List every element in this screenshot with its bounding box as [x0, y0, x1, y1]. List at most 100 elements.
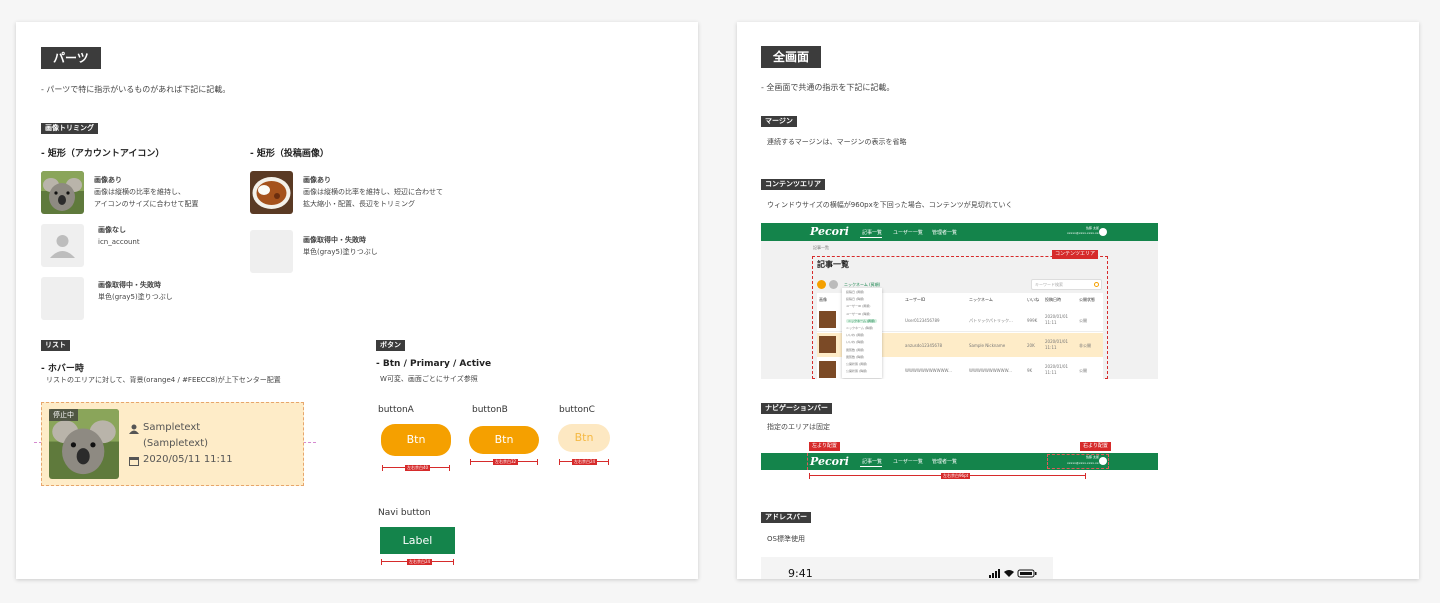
buttonA-name: buttonA	[378, 405, 414, 415]
margin-desc: 連続するマージンは、マージンの表示を省略	[767, 138, 907, 146]
col-likes: いいね	[1027, 297, 1039, 302]
list-heading: - ホバー時	[41, 364, 84, 374]
navbar-nav-articles[interactable]: 記事一覧	[862, 458, 882, 465]
mock-sort-icon[interactable]	[829, 280, 838, 289]
koala-image	[41, 171, 84, 214]
navbar-nav-underline	[860, 466, 882, 467]
sort-option[interactable]: ニックネーム (降順)	[846, 326, 873, 330]
mock-filter-icon[interactable]	[817, 280, 826, 289]
sort-option[interactable]: 投稿日 (降順)	[846, 297, 864, 301]
buttonB-measure-label: 左右余白32	[493, 459, 519, 465]
buttonC-name: buttonC	[559, 405, 595, 415]
board-intro: - パーツで特に指示がいるものがあれば下記に記載。	[41, 85, 231, 94]
status-icons	[989, 569, 1037, 578]
content-area-desc: ウィンドウサイズの横幅が960pxを下回った場合、コンテンツが見切れていく	[767, 201, 1013, 209]
col-user-id: ユーザーID	[905, 297, 926, 302]
mock-nav-admins[interactable]: 管理者一覧	[932, 229, 957, 236]
trim-col2-heading: - 矩形（投稿画像）	[250, 149, 329, 159]
trim1-title: 画像あり	[94, 176, 122, 184]
trim5-title: 画像取得中・失敗時	[303, 236, 366, 244]
row-nickname: パトリックパトリック...	[969, 318, 1013, 323]
row-status: 公開	[1079, 318, 1087, 323]
content-area-mock: Pecori 記事一覧 ユーザー一覧 管理者一覧 佐藤 太郎 xxxxx@xxx…	[761, 223, 1158, 379]
calendar-icon	[129, 457, 139, 466]
post-loading-placeholder	[250, 230, 293, 273]
row-nickname: Sample Nickname	[969, 343, 1006, 348]
navbar-nav-admins[interactable]: 管理者一覧	[932, 458, 957, 465]
hover-list-card[interactable]: 停止中 Sampletext (Sampletext) 2020/05/11 1…	[41, 402, 304, 486]
navbar-desc: 指定のエリアは固定	[767, 423, 830, 431]
trim3-line1: 単色(gray5)塗りつぶし	[98, 293, 173, 301]
row-user-id: anzusdo12345678	[905, 343, 943, 348]
sort-option[interactable]: 公開状態 (降順)	[846, 369, 867, 373]
list-card-name: Sampletext	[143, 422, 201, 433]
board-intro: - 全画面で共通の指示を下記に記載。	[761, 83, 895, 92]
sort-option[interactable]: いいね (降順)	[846, 340, 864, 344]
col-date: 投稿日時	[1045, 297, 1061, 302]
section-tag-list: リスト	[41, 340, 70, 351]
status-badge: 停止中	[49, 409, 78, 421]
trim4-title: 画像あり	[303, 176, 331, 184]
sort-option[interactable]: 公開状態 (昇順)	[846, 362, 867, 366]
account-icon	[50, 235, 75, 258]
sort-option[interactable]: ユーザーID (昇順)	[846, 304, 870, 308]
buttonA[interactable]: Btn	[381, 424, 451, 456]
navi-button-measure-label: 左右余白24	[407, 559, 433, 565]
loading-placeholder	[41, 277, 84, 320]
row-status: 非公開	[1079, 343, 1091, 348]
navi-button-name: Navi button	[378, 508, 431, 518]
row-user-id: WWWWWWWWWWW...	[905, 368, 952, 373]
mock-nav-underline	[860, 237, 882, 238]
buttonC-measure-label: 左右余白24	[572, 459, 598, 465]
trim5-line1: 単色(gray5)塗りつぶし	[303, 248, 378, 256]
list-card-sub: (Sampletext)	[143, 438, 209, 449]
sort-option[interactable]: いいね (昇順)	[846, 333, 864, 337]
navbar-mock: Pecori 記事一覧 ユーザー一覧 管理者一覧 佐藤 太郎 xxxxx@xxx…	[761, 453, 1158, 470]
row-date: 2020/01/01	[1045, 314, 1069, 319]
trim2-title: 画像なし	[98, 226, 126, 234]
mock-avatar-icon[interactable]	[1099, 228, 1107, 236]
col-status: 公開状態	[1079, 297, 1095, 302]
row-time: 11:11	[1045, 345, 1057, 350]
board-title: 全画面	[761, 46, 822, 68]
section-tag-image-trim: 画像トリミング	[41, 123, 98, 134]
row-time: 11:11	[1045, 370, 1057, 375]
sort-option[interactable]: 閲覧数 (昇順)	[846, 348, 864, 352]
navbar-left-label: 左より配置	[809, 442, 840, 451]
sort-option[interactable]: ユーザーID (降順)	[846, 312, 870, 316]
list-desc: リストのエリアに対して、背景(orange4 / #FEECC8)が上下センター…	[46, 376, 281, 384]
trim4-line1: 画像は縦横の比率を維持し、短辺に合わせて	[303, 188, 443, 196]
mock-search-input[interactable]: キーワード検索	[1031, 279, 1102, 290]
row-date: 2020/01/01	[1045, 339, 1069, 344]
section-tag-margin: マージン	[761, 116, 797, 127]
status-time: 9:41	[788, 567, 813, 579]
row-nickname: WWWWWWWWWW...	[969, 368, 1012, 373]
mock-nav-users[interactable]: ユーザー一覧	[893, 229, 923, 236]
col-image: 画像	[819, 297, 827, 302]
sort-option[interactable]: 投稿日 (昇順)	[846, 290, 864, 294]
mock-search-placeholder: キーワード検索	[1035, 282, 1063, 287]
mock-sort-dropdown[interactable]: 投稿日 (昇順) 投稿日 (降順) ユーザーID (昇順) ユーザーID (降順) ニッ…	[842, 288, 882, 378]
curry-image	[250, 171, 293, 214]
sort-option[interactable]: 閲覧数 (降順)	[846, 355, 864, 359]
mock-logo: Pecori	[810, 225, 849, 238]
navbar-avatar-icon[interactable]	[1099, 457, 1107, 465]
board-title: パーツ	[41, 47, 101, 69]
navbar-nav-users[interactable]: ユーザー一覧	[893, 458, 923, 465]
buttonB[interactable]: Btn	[469, 426, 539, 454]
trim2-line1: icn_account	[98, 238, 140, 246]
sort-option[interactable]: ニックネーム (昇順)	[846, 318, 878, 323]
navi-button[interactable]: Label	[380, 527, 455, 554]
buttonC[interactable]: Btn	[558, 424, 610, 452]
mock-nav-articles[interactable]: 記事一覧	[862, 229, 882, 236]
trim1-line2: アイコンのサイズに合わせて配置	[94, 200, 199, 208]
buttonA-measure-label: 左右余白40	[405, 465, 431, 471]
section-tag-button: ボタン	[376, 340, 405, 351]
mock-user-mail: xxxxx@xxxx.xxxx.xx.xx	[1067, 231, 1104, 235]
trim4-line2: 拡大縮小・配置、長辺をトリミング	[303, 200, 415, 208]
navbar-width-label: 左右余白96pt	[941, 473, 971, 479]
mock-breadcrumb[interactable]: 記事一覧	[813, 245, 829, 251]
trim3-title: 画像取得中・失敗時	[98, 281, 161, 289]
search-icon	[1094, 282, 1099, 287]
trim1-line1: 画像は縦横の比率を維持し、	[94, 188, 185, 196]
